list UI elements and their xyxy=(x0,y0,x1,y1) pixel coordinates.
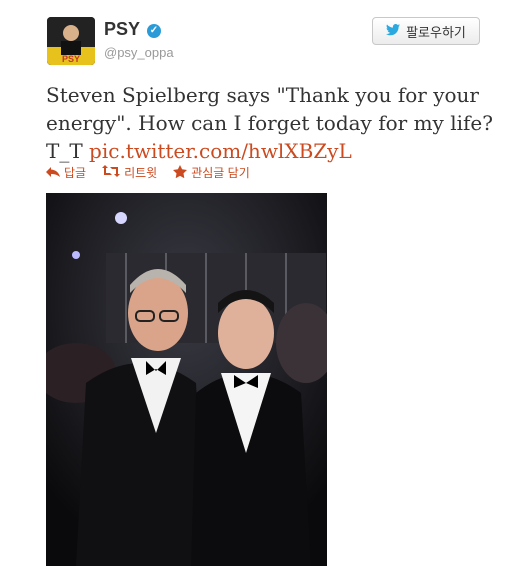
verified-icon: ✓ xyxy=(147,24,161,38)
tweet-media-link[interactable]: pic.twitter.com/hwlXBZyL xyxy=(89,139,352,163)
photo-image xyxy=(46,193,327,566)
reply-label: 답글 xyxy=(64,166,87,180)
avatar[interactable]: PSY xyxy=(47,17,95,65)
tweet-text: Steven Spielberg says "Thank you for you… xyxy=(46,81,496,165)
tweet-photo[interactable] xyxy=(46,193,327,566)
avatar-image: PSY xyxy=(47,17,95,65)
favorite-action[interactable]: 관심글 담기 xyxy=(173,164,250,181)
retweet-icon xyxy=(102,165,121,180)
user-handle[interactable]: @psy_oppa xyxy=(104,45,174,60)
retweet-action[interactable]: 리트윗 xyxy=(102,164,157,181)
tweet-actions: 답글 리트윗 관심글 담기 xyxy=(46,164,250,181)
star-icon xyxy=(173,164,188,181)
follow-button-label: 팔로우하기 xyxy=(406,24,466,40)
favorite-label: 관심글 담기 xyxy=(191,166,250,180)
avatar-logo-text: PSY xyxy=(62,54,80,64)
twitter-bird-icon xyxy=(386,23,401,39)
retweet-label: 리트윗 xyxy=(124,166,158,180)
follow-button[interactable]: 팔로우하기 xyxy=(372,17,480,45)
reply-icon xyxy=(46,166,60,180)
reply-action[interactable]: 답글 xyxy=(46,164,86,181)
user-name[interactable]: PSY xyxy=(104,19,140,40)
